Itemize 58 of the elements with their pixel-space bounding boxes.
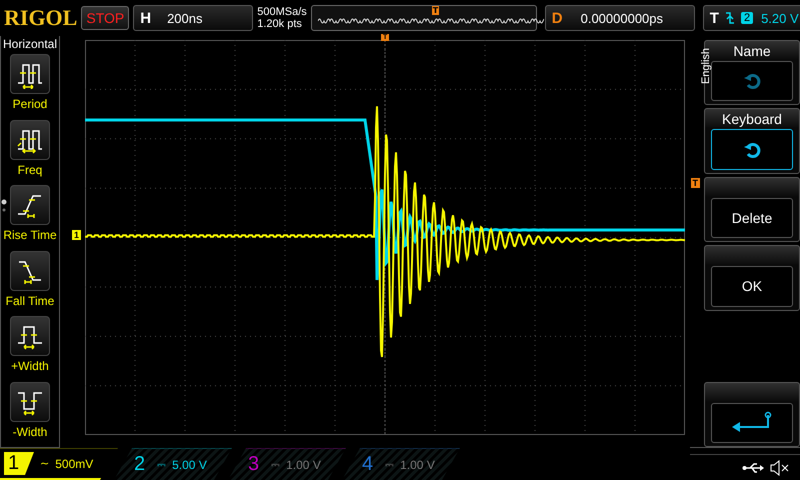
measure-button[interactable]	[10, 250, 50, 290]
channel-scale: 500mV	[55, 456, 94, 470]
muted-speaker-icon	[770, 460, 790, 476]
trigger-label: T	[710, 10, 719, 26]
measure-button[interactable]	[10, 382, 50, 422]
channel-number: 2	[133, 453, 146, 476]
softkey-button[interactable]	[711, 129, 793, 170]
delay-value: 0.00000000ps	[580, 10, 664, 26]
measure-label: Freq	[18, 162, 42, 176]
language-label: English	[700, 48, 712, 84]
timebase-value: 200ns	[167, 10, 202, 26]
coupling-symbol: ⎓	[271, 458, 280, 471]
waveform-overview-icon	[318, 17, 544, 25]
measure-button[interactable]	[10, 185, 50, 225]
channel-tab[interactable]: 3 ⎓ 1.00 V	[228, 448, 346, 480]
memory-depth: 1.20k pts	[257, 18, 303, 30]
return-button[interactable]	[711, 402, 793, 444]
page-indicator-icon	[1, 199, 8, 213]
trigger-position-marker: T	[432, 6, 440, 15]
delay-label: D	[552, 10, 563, 26]
falling-edge-icon	[724, 11, 735, 25]
trigger-source: 2	[740, 12, 754, 24]
softkey-button[interactable]: Delete	[711, 198, 793, 238]
measure-label: Period	[12, 97, 48, 111]
run-status: STOP	[81, 6, 130, 30]
channel-number: 4	[361, 453, 374, 476]
return-icon	[730, 410, 774, 435]
horizontal-label: H	[140, 10, 152, 26]
softkey-label: Keyboard	[722, 111, 782, 130]
softkey-button[interactable]: OK	[711, 266, 793, 307]
measure-label: -Width	[12, 424, 48, 438]
coupling-symbol: ⎓	[157, 458, 166, 471]
logo: RIGOL	[4, 5, 78, 31]
menu-title: Horizontal	[2, 37, 58, 51]
measure-button[interactable]	[10, 54, 50, 94]
channel-scale: 5.00 V	[172, 458, 207, 472]
measure-label: Rise Time	[3, 228, 57, 242]
measure-label: +Width	[11, 359, 49, 373]
coupling-symbol: ~	[40, 457, 50, 470]
channel-scale: 1.00 V	[286, 458, 321, 472]
sample-rate: 500MSa/s	[257, 6, 307, 18]
usb-icon	[742, 462, 764, 474]
measure-label: Fall Time	[6, 294, 54, 308]
channel-number: 1	[4, 452, 34, 475]
channel-tab[interactable]: 1 ~ 500mV	[0, 448, 118, 480]
coupling-symbol: ⎓	[385, 458, 394, 471]
channel-tab[interactable]: 2 ⎓ 5.00 V	[114, 448, 232, 480]
trigger-level: 5.20 V	[761, 10, 799, 26]
measure-button[interactable]	[10, 316, 50, 356]
channel-scale: 1.00 V	[400, 458, 435, 472]
knob-icon	[743, 72, 761, 90]
softkey-label: Name	[733, 43, 771, 61]
channel-number: 3	[247, 453, 260, 476]
channel-marker: 1	[72, 230, 82, 240]
measure-button[interactable]	[10, 120, 50, 160]
trigger-level-marker: T	[690, 178, 700, 188]
knob-icon	[743, 140, 761, 159]
channel-tab[interactable]: 4 ⎓ 1.00 V	[342, 448, 460, 480]
